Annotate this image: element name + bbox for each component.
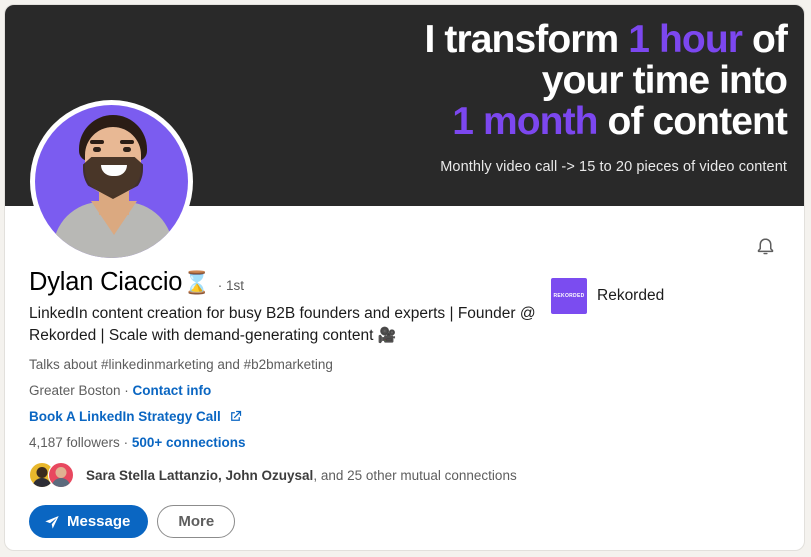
mutual-avatar-2-head bbox=[55, 467, 67, 478]
talks-about: Talks about #linkedinmarketing and #b2bm… bbox=[29, 357, 333, 372]
mutual-connections-text: Sara Stella Lattanzio, John Ozuysal, and… bbox=[86, 468, 517, 483]
banner-line1-post: of bbox=[742, 18, 788, 61]
avatar-brow-right bbox=[120, 140, 134, 144]
message-button[interactable]: Message bbox=[29, 505, 149, 538]
banner-text-block: I transform 1 hour of your time into 1 m… bbox=[227, 18, 788, 176]
notification-bell-button[interactable] bbox=[748, 230, 782, 264]
action-buttons: Message More bbox=[29, 505, 780, 538]
external-link-icon[interactable] bbox=[228, 409, 243, 424]
avatar-photo bbox=[35, 105, 188, 258]
page-title: Dylan Ciaccio bbox=[29, 268, 183, 296]
company-name: Rekorded bbox=[597, 287, 665, 304]
location-row: Greater Boston · Contact info bbox=[29, 383, 780, 398]
website-link[interactable]: Book A LinkedIn Strategy Call bbox=[29, 409, 221, 424]
profile-card: I transform 1 hour of your time into 1 m… bbox=[4, 4, 805, 551]
profile-headline: LinkedIn content creation for busy B2B f… bbox=[29, 303, 544, 347]
current-company[interactable]: REKORDED Rekorded bbox=[551, 278, 664, 314]
message-button-label: Message bbox=[67, 513, 131, 530]
location-separator: · bbox=[120, 383, 133, 398]
website-row[interactable]: Book A LinkedIn Strategy Call bbox=[29, 409, 780, 424]
banner-line1-accent: 1 hour bbox=[628, 18, 743, 61]
avatar-brow-left bbox=[90, 140, 104, 144]
mutual-rest: , and 25 other mutual connections bbox=[313, 467, 517, 483]
company-logo-icon: REKORDED bbox=[551, 278, 587, 314]
more-button[interactable]: More bbox=[157, 505, 236, 538]
profile-page: I transform 1 hour of your time into 1 m… bbox=[0, 0, 811, 557]
avatar-eye-right bbox=[123, 147, 131, 152]
mutual-avatar-1-head bbox=[36, 467, 48, 478]
mutual-avatars bbox=[29, 462, 77, 488]
mutual-avatar-2-body bbox=[51, 478, 71, 487]
avatar-beard bbox=[83, 157, 143, 199]
mutual-avatar-2 bbox=[48, 462, 74, 488]
movie-camera-icon: 🎥 bbox=[377, 327, 397, 344]
company-logo-text: REKORDED bbox=[553, 292, 585, 300]
followers-row: 4,187 followers · 500+ connections bbox=[29, 435, 780, 450]
banner-line2: your time into bbox=[541, 59, 788, 102]
banner-line1-pre: I transform bbox=[424, 18, 629, 61]
headline-text: LinkedIn content creation for busy B2B f… bbox=[29, 305, 536, 344]
mutual-connections-row[interactable]: Sara Stella Lattanzio, John Ozuysal, and… bbox=[29, 462, 780, 488]
avatar-eye-left bbox=[93, 147, 101, 152]
bell-icon bbox=[757, 238, 773, 255]
more-button-label: More bbox=[178, 513, 215, 530]
connection-degree: · 1st bbox=[217, 278, 244, 293]
followers-separator: · bbox=[119, 435, 132, 450]
send-plane-icon bbox=[45, 515, 59, 529]
contact-info-link[interactable]: Contact info bbox=[133, 383, 212, 398]
banner-line3-post: of content bbox=[597, 100, 788, 143]
followers-count: 4,187 followers bbox=[29, 435, 120, 450]
hourglass-icon: ⌛ bbox=[183, 270, 211, 295]
location-text: Greater Boston bbox=[29, 383, 121, 398]
avatar[interactable] bbox=[30, 100, 193, 263]
banner-line3-accent: 1 month bbox=[452, 100, 598, 143]
banner-headline: I transform 1 hour of your time into 1 m… bbox=[227, 18, 788, 143]
connections-link[interactable]: 500+ connections bbox=[132, 435, 246, 450]
banner-subtitle: Monthly video call -> 15 to 20 pieces of… bbox=[440, 159, 787, 175]
mutual-names: Sara Stella Lattanzio, John Ozuysal bbox=[86, 467, 314, 483]
